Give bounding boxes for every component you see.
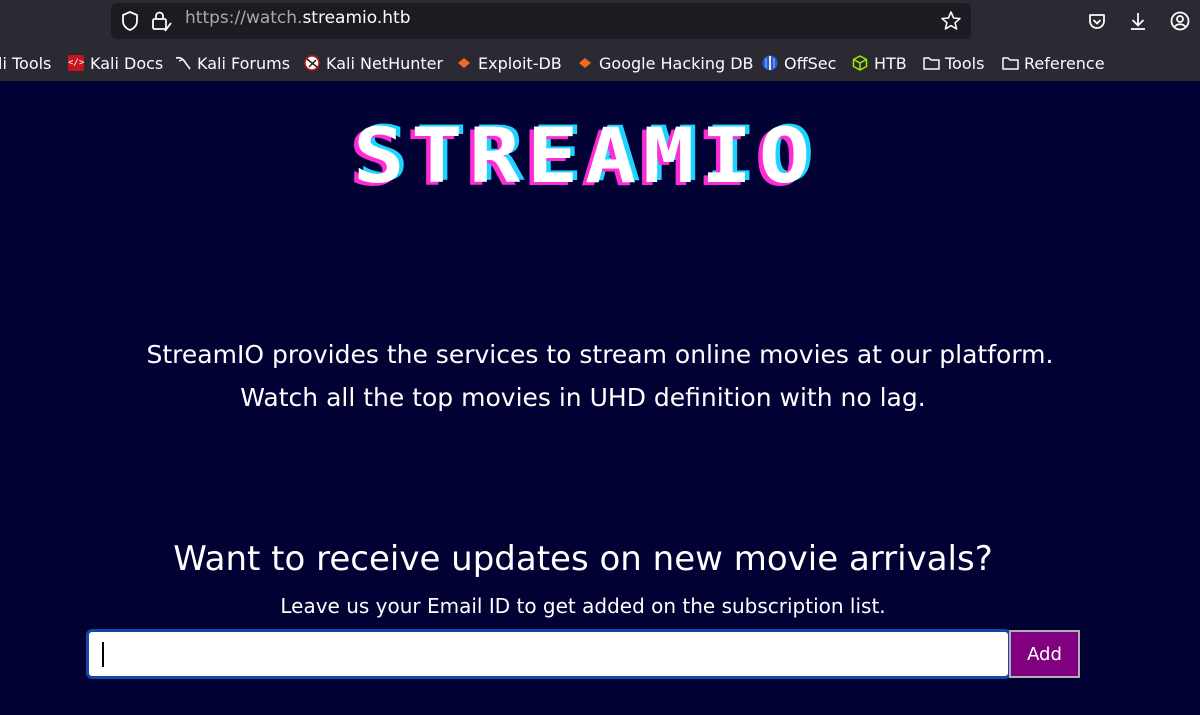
exploitdb-icon [456,55,472,71]
bookmark-kali-forums[interactable]: Kali Forums [175,50,290,76]
nethunter-icon [304,55,320,71]
updates-heading: Want to receive updates on new movie arr… [173,539,993,579]
bookmark-folder-reference[interactable]: Reference [1002,50,1105,76]
bookmark-label: Kali Docs [90,53,164,73]
text-caret [102,642,104,667]
kali-docs-icon: </> [68,55,84,71]
email-input[interactable] [86,629,1011,679]
bookmark-label: OffSec [784,53,837,73]
bookmark-label: Exploit-DB [478,53,562,73]
bookmark-kali-docs[interactable]: </> Kali Docs [68,50,163,76]
url-subdomain: watch. [245,8,303,28]
bookmarks-toolbar: li Tools </> Kali Docs Kali Forums Kali … [0,50,1200,76]
url-domain: streamio.htb [302,8,411,28]
url-text[interactable]: https://watch.streamio.htb [185,8,411,28]
pocket-icon[interactable] [1086,11,1108,33]
bookmark-exploit-db[interactable]: Exploit-DB [456,50,562,76]
bookmark-kali-tools[interactable]: li Tools [0,50,51,76]
bookmark-htb[interactable]: HTB [852,50,907,76]
htb-cube-icon [852,55,868,71]
url-protocol: https:// [185,8,246,28]
lock-icon[interactable] [149,10,173,32]
bookmark-label: Kali NetHunter [326,53,444,73]
bookmark-google-hacking-db[interactable]: Google Hacking DB [577,50,754,76]
ghdb-icon [577,55,593,71]
folder-icon [1002,55,1019,71]
bookmark-label: Google Hacking DB [599,53,754,73]
page-content: STREAMIO StreamIO provides the services … [0,81,1200,715]
shield-icon[interactable] [120,11,140,31]
bookmark-label: li Tools [0,53,52,73]
add-button[interactable]: Add [1009,630,1080,678]
intro-line-1: StreamIO provides the services to stream… [146,340,1054,369]
streamio-logo: STREAMIO [353,111,817,200]
download-icon[interactable] [1127,10,1149,32]
updates-subtitle: Leave us your Email ID to get added on t… [280,594,886,618]
bookmark-label: Tools [945,53,985,73]
account-icon[interactable] [1169,10,1191,32]
bookmark-folder-tools[interactable]: Tools [923,50,984,76]
offsec-icon [762,55,778,71]
bookmark-kali-nethunter[interactable]: Kali NetHunter [304,50,443,76]
folder-icon [923,55,940,71]
kali-dragon-icon [175,55,191,71]
bookmark-label: Kali Forums [197,53,291,73]
bookmark-offsec[interactable]: OffSec [762,50,836,76]
star-icon[interactable] [940,10,962,32]
bookmark-label: HTB [874,53,907,73]
intro-line-2: Watch all the top movies in UHD definiti… [240,383,926,412]
browser-chrome: https://watch.streamio.htb li Tools </> … [0,0,1200,81]
bookmark-label: Reference [1024,53,1105,73]
